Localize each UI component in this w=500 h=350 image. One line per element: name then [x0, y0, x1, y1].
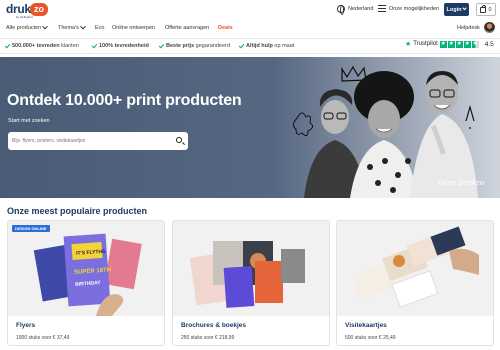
star-icon: ★: [463, 40, 471, 48]
product-card-brochures[interactable]: Brochures & boekjes 250 stuks voor € 218…: [172, 220, 330, 346]
star-icon: ★: [439, 40, 447, 48]
product-image-business-cards: [337, 221, 493, 316]
chevron-down-icon: [42, 23, 49, 30]
logo-tagline: by Helloprint: [16, 15, 33, 19]
exclamation-doodle: [465, 104, 475, 129]
usp-item: Beste prijs gegarandeerd: [158, 42, 230, 49]
hero-title: Ontdek 10.000+ print producten: [7, 92, 242, 109]
cart-count: 0: [488, 6, 492, 13]
usp-bold: Beste prijs: [166, 43, 195, 49]
chevron-down-icon: [462, 5, 468, 11]
product-name: Flyers: [16, 322, 36, 329]
nav-label: Alle producten: [6, 25, 42, 31]
person-left-face: [321, 100, 349, 134]
language-selector[interactable]: Nederland: [337, 5, 374, 15]
product-price: 500 stuks voor € 25,49: [345, 335, 396, 341]
star-icon: ★: [455, 40, 463, 48]
nav-item-themes[interactable]: Thema's: [58, 23, 86, 31]
helpdesk-link[interactable]: Helpdesk: [457, 25, 480, 31]
search-bar[interactable]: [8, 132, 188, 150]
nav-item-online-design[interactable]: Online ontwerpen: [112, 25, 155, 31]
usp-bold: 500.000+ tevreden: [12, 43, 60, 49]
trustpilot-stars: ★ ★ ★ ★ ★: [439, 40, 479, 48]
helpdesk-avatar[interactable]: [484, 22, 495, 33]
globe-icon: [337, 5, 345, 15]
product-card-flyers[interactable]: IT'S FLYTHS SUPER 18TH BIRTHDAY DESIGN O…: [7, 220, 165, 346]
check-icon: [238, 42, 245, 48]
nav-item-deals[interactable]: Deals: [218, 25, 233, 31]
person-middle-body: [350, 140, 418, 198]
flower-doodle: [292, 112, 314, 137]
usp-item: 500.000+ tevreden klanten: [4, 42, 79, 49]
chevron-down-icon: [80, 23, 86, 30]
menu-icon: [378, 5, 386, 12]
login-button[interactable]: Login: [444, 3, 469, 16]
usp-bold: Altijd hulp: [246, 43, 273, 49]
usp-bold: 100% tevredenheid: [99, 43, 149, 49]
trustpilot-label: Trustpilot: [413, 41, 438, 47]
trustpilot-rating[interactable]: ★ Trustpilot ★ ★ ★ ★ ★ 4.5: [405, 40, 494, 48]
product-card-business-cards[interactable]: Visitekaartjes 500 stuks voor € 25,49: [336, 220, 494, 346]
nav-label: Thema's: [58, 25, 79, 31]
product-name: Visitekaartjes: [345, 322, 387, 329]
nav-item-all-products[interactable]: Alle producten: [6, 23, 49, 31]
main-nav: Alle producten Thema's Eco Online ontwer…: [0, 22, 500, 36]
check-icon: [91, 42, 98, 48]
team-signature: Team Drukzo: [437, 179, 484, 187]
hero-subtitle: Start met zoeken: [8, 118, 50, 124]
logo-main: druk: [6, 2, 31, 16]
trustpilot-star-icon: ★: [405, 41, 412, 48]
trustpilot-score: 4.5: [484, 40, 494, 48]
half-star-icon: ★: [471, 40, 479, 48]
nav-label: Offerte aanvragen: [165, 25, 210, 31]
product-image-flyers: IT'S FLYTHS SUPER 18TH BIRTHDAY: [8, 221, 164, 316]
drukzo-logo[interactable]: druk zo by Helloprint: [6, 2, 48, 20]
product-price: 250 stuks voor € 218,99: [181, 335, 235, 341]
shopping-bag-icon: [480, 4, 487, 13]
cart-button[interactable]: 0: [476, 3, 496, 16]
check-icon: [158, 42, 165, 48]
usp-item: Altijd hulp op maat: [238, 42, 295, 49]
login-label: Login: [446, 6, 462, 13]
product-image-brochures: [173, 221, 329, 316]
brochures-illustration: [189, 241, 305, 308]
nav-item-eco[interactable]: Eco: [95, 25, 104, 31]
star-icon: ★: [447, 40, 455, 48]
usp-text: klanten: [59, 43, 79, 49]
more-options-label: Onze mogelijkheden: [389, 5, 440, 12]
team-photo: [292, 65, 478, 198]
design-online-badge: DESIGN ONLINE: [12, 225, 50, 232]
hero-banner: Ontdek 10.000+ print producten Start met…: [0, 57, 500, 198]
flyers-illustration: IT'S FLYTHS SUPER 18TH BIRTHDAY: [33, 233, 142, 316]
usp-text: op maat: [272, 43, 295, 49]
nav-label: Deals: [218, 25, 233, 31]
business-cards-illustration: [352, 226, 479, 308]
search-icon[interactable]: [176, 137, 182, 143]
check-icon: [4, 42, 11, 48]
top-header: druk zo by Helloprint Nederland Onze mog…: [0, 0, 500, 22]
product-name: Brochures & boekjes: [181, 322, 247, 329]
usp-text: gegarandeerd: [194, 43, 230, 49]
section-title: Onze meest populaire producten: [7, 206, 148, 216]
nav-label: Eco: [95, 25, 105, 31]
more-options-link[interactable]: Onze mogelijkheden: [378, 5, 439, 12]
nav-item-quote[interactable]: Offerte aanvragen: [165, 25, 209, 31]
usp-item: 100% tevredenheid: [91, 42, 149, 49]
search-input[interactable]: [12, 135, 162, 147]
nav-label: Online ontwerpen: [112, 25, 156, 31]
crown-doodle: [341, 65, 367, 82]
language-label: Nederland: [348, 6, 374, 12]
product-price: 1000 stuks voor € 37,49: [16, 335, 70, 341]
